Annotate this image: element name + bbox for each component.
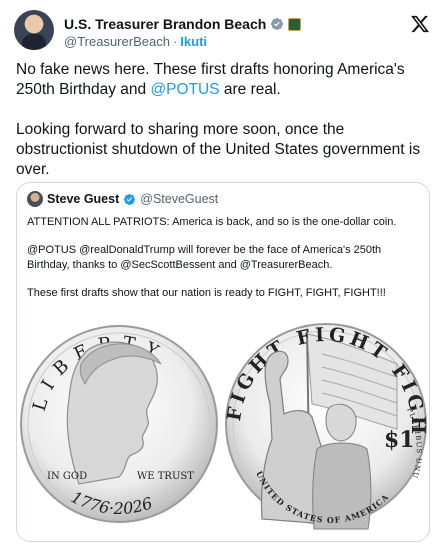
verified-badge-icon [124,193,136,205]
author-handle[interactable]: @TreasurerBeach [64,34,170,49]
quoted-tweet-header: Steve Guest @SteveGuest [27,191,218,207]
quoted-paragraph-2: @POTUS @realDonaldTrump will forever be … [27,244,382,271]
quoted-author-name[interactable]: Steve Guest [47,192,119,206]
quoted-author-avatar[interactable] [27,191,43,207]
x-logo-icon[interactable] [410,14,430,34]
coin-front-motto-right: WE TRUST [137,471,194,482]
government-badge-icon [288,17,302,31]
separator-dot: · [172,34,178,49]
quoted-tweet[interactable]: Steve Guest @SteveGuest ATTENTION ALL PA… [16,182,430,542]
coin-front-image: LIBERTY IN GOD WE TRUST 1776·2026 [20,325,218,523]
author-handle-line: @TreasurerBeach · Ikuti [64,34,207,49]
quoted-author-handle[interactable]: @SteveGuest [140,192,218,206]
tweet-paragraph-2: Looking forward to sharing more soon, on… [16,121,421,178]
tweet-header: U.S. Treasurer Brandon Beach @TreasurerB… [14,10,434,54]
verified-badge-icon [271,18,284,30]
figure-head [325,403,357,442]
author-avatar[interactable] [14,10,54,50]
quoted-paragraph-1: ATTENTION ALL PATRIOTS: America is back,… [27,216,397,228]
tweet-text-part: are real. [219,81,281,98]
tweet-body: No fake news here. These first drafts ho… [16,60,432,200]
tweet-paragraph-1: No fake news here. These first drafts ho… [16,60,432,100]
coin-back-image: FIGHT FIGHT FIGHT $1 PLURIBUS UNUM UNITE… [222,309,427,530]
quoted-tweet-body: ATTENTION ALL PATRIOTS: America is back,… [27,215,423,314]
coin-back-denomination: $1 [384,427,415,453]
author-name-line: U.S. Treasurer Brandon Beach [64,16,302,32]
quoted-paragraph-3: These first drafts show that our nation … [27,287,386,299]
coin-front-motto-left: IN GOD [47,471,87,482]
follow-button[interactable]: Ikuti [180,34,207,49]
coin-image[interactable]: LIBERTY IN GOD WE TRUST 1776·2026 [17,307,429,541]
mention-link-potus[interactable]: @POTUS [150,81,219,98]
author-name[interactable]: U.S. Treasurer Brandon Beach [64,16,266,32]
